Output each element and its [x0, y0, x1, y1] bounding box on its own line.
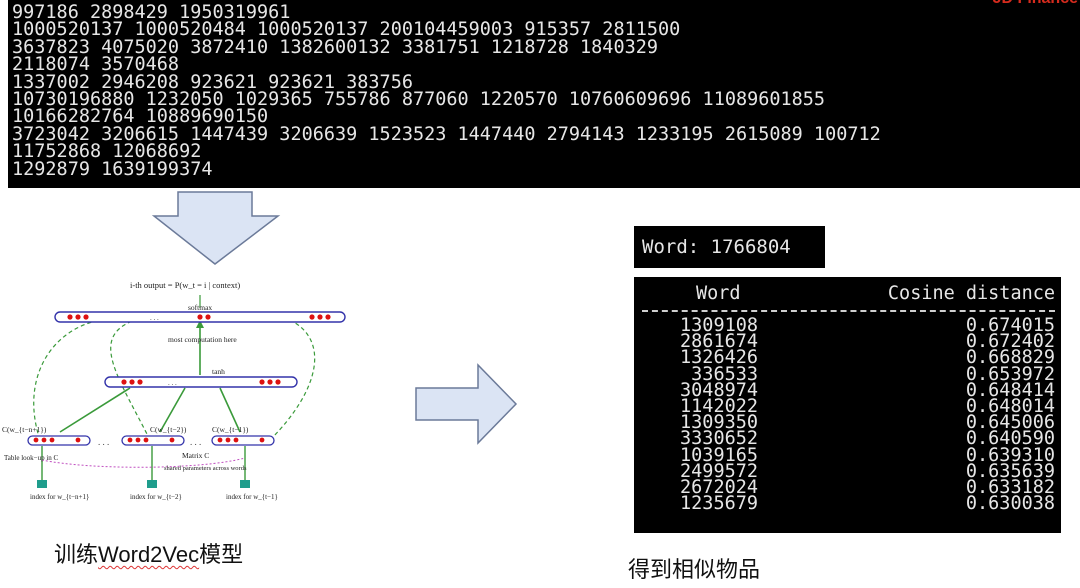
query-label: Word: — [642, 236, 700, 258]
down-arrow-icon — [151, 191, 281, 265]
caption-train-prefix: 训练 — [54, 542, 99, 567]
header-word: Word — [696, 283, 741, 304]
similarity-table: Word Cosine distance 1309108 0.674015 2861… — [634, 277, 1061, 533]
table-row: 1235679 0.630038 — [634, 493, 1061, 515]
most-computation-label: most computation here — [168, 335, 237, 344]
caption-train: 训练Word2Vec模型 — [54, 537, 243, 569]
idx2-label: index for w_{t−2} — [130, 493, 182, 501]
svg-text:. . .: . . . — [150, 314, 159, 322]
caption-similar: 得到相似物品 — [628, 557, 761, 582]
sequence-line: 2118074 3570468 — [12, 54, 180, 76]
table-lookup-label: Table look−up in C — [4, 454, 59, 462]
header-divider — [642, 310, 1055, 312]
shared-params-label: shared parameters across words — [164, 465, 247, 472]
c2-label: C(w_{t−2}) — [150, 425, 187, 434]
svg-text:. . .: . . . — [98, 437, 109, 447]
word-id: 1235679 — [680, 493, 758, 515]
sequence-terminal: 997186 2898429 1950319961 1000520137 1000… — [8, 0, 1080, 188]
caption-train-suffix: 模型 — [199, 542, 244, 567]
caption-train-word: Word2Vec — [98, 542, 200, 567]
matrix-c-label: Matrix C — [182, 451, 209, 460]
idx1-label: index for w_{t−n+1} — [30, 493, 89, 501]
right-arrow-icon — [415, 363, 518, 445]
softmax-label: softmax — [188, 303, 212, 312]
query-value: 1766804 — [710, 236, 791, 258]
query-box: Word: 1766804 — [634, 226, 825, 268]
header-cosine: Cosine distance — [887, 283, 1055, 304]
output-label: i-th output = P(w_t = i | context) — [130, 280, 240, 290]
tanh-label: tanh — [212, 367, 225, 376]
cosine-value: 0.630038 — [965, 493, 1055, 515]
c3-label: C(w_{t−1}) — [212, 425, 249, 434]
brand-logo: JD Finance — [993, 0, 1078, 8]
sequence-line: 1292879 1639199374 — [12, 158, 213, 180]
svg-text:. . .: . . . — [168, 379, 177, 387]
c1-label: C(w_{t−n+1}) — [2, 425, 47, 434]
idx3-label: index for w_{t−1} — [226, 493, 278, 501]
svg-text:. . .: . . . — [190, 437, 201, 447]
nnlm-diagram: . . . . . . . . . . . . i-th output = P(… — [2, 280, 346, 501]
